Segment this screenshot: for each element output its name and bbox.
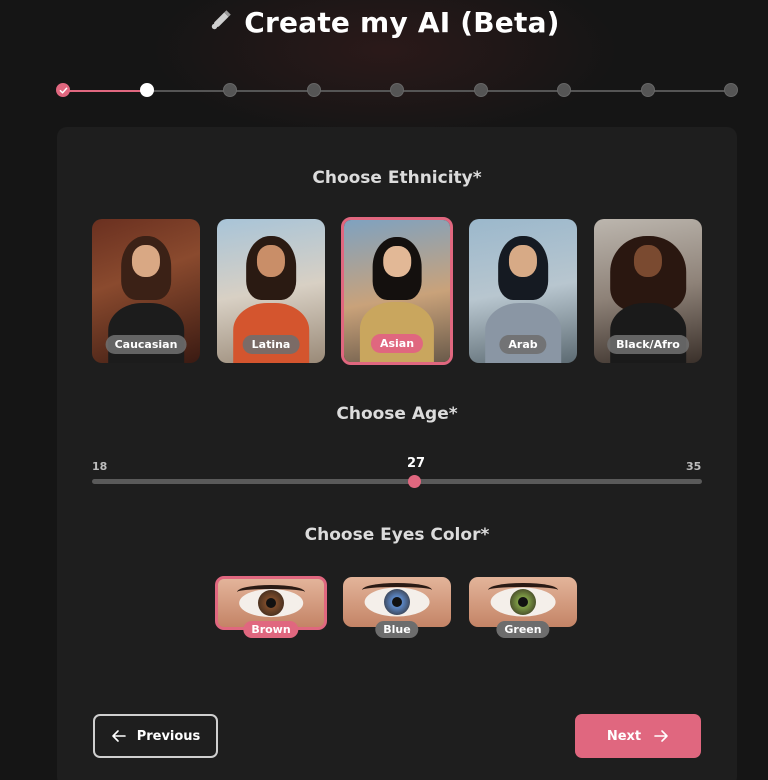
ethnicity-options: Caucasian Latina Asian Arab Black/Afro <box>92 217 702 365</box>
step-pending <box>724 83 738 97</box>
age-value: 27 <box>406 456 426 471</box>
page-header: Create my AI (Beta) <box>0 0 768 44</box>
age-max-label: 35 <box>686 460 702 473</box>
step-pending <box>557 83 571 97</box>
ethnicity-label: Caucasian <box>105 335 187 354</box>
page-title: Create my AI (Beta) <box>244 5 560 39</box>
ethnicity-option-black-afro[interactable]: Black/Afro <box>594 219 702 363</box>
ethnicity-title: Choose Ethnicity* <box>312 168 482 188</box>
ethnicity-option-caucasian[interactable]: Caucasian <box>92 219 200 363</box>
ethnicity-label: Black/Afro <box>607 335 689 354</box>
step-pending <box>473 83 488 97</box>
arrow-left-icon <box>111 730 126 742</box>
eyes-title: Choose Eyes Color* <box>304 525 490 545</box>
check-icon <box>59 87 67 94</box>
eye-option-blue[interactable] <box>343 577 451 627</box>
ethnicity-option-latina[interactable]: Latina <box>217 219 325 363</box>
age-min-label: 18 <box>92 460 108 473</box>
eye-option-green[interactable] <box>469 577 577 627</box>
step-pending <box>223 83 237 97</box>
ethnicity-option-asian[interactable]: Asian <box>341 217 453 365</box>
ethnicity-option-arab[interactable]: Arab <box>469 219 577 363</box>
age-title: Choose Age* <box>336 404 458 424</box>
next-button[interactable]: Next <box>575 714 701 758</box>
next-label: Next <box>606 728 642 744</box>
arrow-right-icon <box>654 730 668 742</box>
ethnicity-label: Latina <box>242 335 300 354</box>
ethnicity-label: Asian <box>370 334 424 353</box>
age-slider[interactable] <box>92 479 702 484</box>
step-pending <box>306 83 321 97</box>
eye-label: Brown <box>243 621 299 638</box>
eye-label: Blue <box>375 621 419 638</box>
step-complete <box>56 83 70 97</box>
stepper-track-fill <box>63 90 147 92</box>
previous-button[interactable]: Previous <box>93 714 218 758</box>
previous-label: Previous <box>136 728 201 744</box>
step-pending <box>640 83 655 97</box>
eye-color-options: Brown Blue Green <box>215 576 580 643</box>
age-slider-thumb[interactable] <box>408 475 421 488</box>
pen-icon <box>208 7 234 37</box>
progress-stepper <box>56 83 738 99</box>
ethnicity-label: Arab <box>499 335 547 354</box>
step-current <box>139 83 154 97</box>
eye-label: Green <box>496 621 550 638</box>
step-pending <box>390 83 404 97</box>
